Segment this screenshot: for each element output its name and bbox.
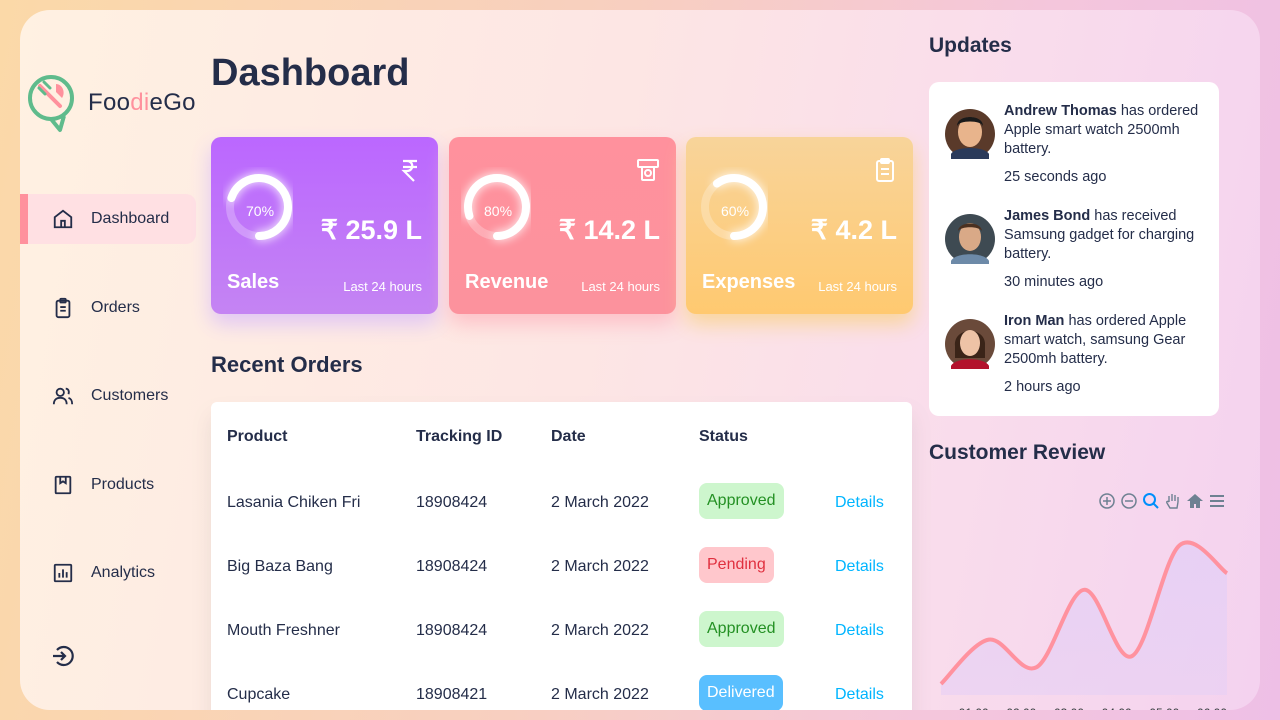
column-header: Date — [551, 428, 586, 445]
details-link[interactable]: Details — [835, 622, 884, 640]
logout-icon[interactable] — [50, 643, 76, 669]
details-link[interactable]: Details — [835, 494, 884, 512]
tracking-cell: 18908424 — [416, 558, 488, 575]
brand-logo[interactable]: FoodieGo — [26, 72, 196, 134]
money-icon — [637, 159, 659, 181]
details-link[interactable]: Details — [835, 558, 884, 576]
sidebar-item-label: Products — [91, 475, 155, 493]
date-cell: 2 March 2022 — [551, 686, 649, 703]
date-cell: 2 March 2022 — [551, 622, 649, 639]
progress-percent: 80% — [484, 203, 513, 219]
card-title: Revenue — [465, 271, 549, 293]
column-header: Product — [227, 428, 288, 445]
card-period: Last 24 hours — [343, 279, 422, 294]
orders-table: Product Tracking ID Date Status Lasania … — [211, 402, 912, 710]
rupee-icon — [401, 159, 417, 182]
sidebar-item-analytics[interactable]: Analytics — [20, 548, 196, 598]
zoom-in-icon[interactable] — [1098, 492, 1116, 510]
tracking-cell: 18908424 — [416, 622, 488, 639]
package-icon — [54, 475, 72, 494]
page-title: Dashboard — [211, 52, 410, 94]
date-cell: 2 March 2022 — [551, 494, 649, 511]
clipboard-icon — [55, 297, 71, 318]
home-icon[interactable] — [1186, 492, 1204, 510]
card-title: Expenses — [702, 271, 796, 293]
card-period: Last 24 hours — [818, 279, 897, 294]
fork-knife-logo-icon — [28, 75, 74, 132]
menu-icon[interactable] — [1208, 492, 1226, 510]
x-tick-label: 04:00 — [1102, 706, 1132, 710]
zoom-select-icon[interactable] — [1142, 492, 1160, 510]
column-header: Status — [699, 428, 748, 445]
x-tick-label: 03:00 — [1054, 706, 1084, 710]
sidebar-menu: Dashboard Orders Customers Products Anal… — [20, 194, 196, 637]
app-window: FoodieGo Dashboard Orders Customers Prod… — [20, 10, 1260, 710]
status-badge: Approved — [699, 611, 784, 647]
status-badge: Delivered — [699, 675, 783, 710]
product-cell: Cupcake — [227, 686, 291, 703]
sidebar-item-customers[interactable]: Customers — [20, 371, 196, 421]
update-text: Andrew Thomas has ordered Apple smart wa… — [1004, 103, 1199, 157]
customer-review-chart[interactable]: 01:00 02:00 03:00 04:00 05:00 06:00 — [929, 520, 1229, 710]
updates-title: Updates — [929, 34, 1012, 57]
recent-orders-title: Recent Orders — [211, 352, 363, 377]
x-tick-label: 01:00 — [959, 706, 989, 710]
progress-percent: 60% — [721, 203, 750, 219]
card-amount: ₹ 4.2 L — [810, 215, 897, 245]
updates-panel: Andrew Thomas has ordered Apple smart wa… — [929, 82, 1219, 416]
x-tick-label: 02:00 — [1006, 706, 1036, 710]
users-icon — [52, 387, 74, 405]
chart-area-fill — [941, 542, 1227, 695]
chart-toolbar — [1098, 492, 1226, 510]
card-amount: ₹ 14.2 L — [558, 215, 660, 245]
card-amount: ₹ 25.9 L — [320, 215, 422, 245]
avatar[interactable] — [945, 207, 995, 271]
avatar[interactable] — [945, 312, 995, 376]
product-cell: Lasania Chiken Fri — [227, 494, 361, 511]
revenue-card[interactable]: 80% ₹ 14.2 L Revenue Last 24 hours — [449, 137, 676, 314]
product-cell: Big Baza Bang — [227, 558, 333, 575]
expenses-card[interactable]: 60% ₹ 4.2 L Expenses Last 24 hours — [686, 137, 913, 314]
sidebar-item-products[interactable]: Products — [20, 460, 196, 510]
product-cell: Mouth Freshner — [227, 622, 340, 639]
card-title: Sales — [227, 271, 280, 293]
tracking-cell: 18908424 — [416, 494, 488, 511]
update-time: 2 hours ago — [1004, 379, 1081, 395]
brand-name: FoodieGo — [88, 89, 196, 116]
update-text: Iron Man has ordered Apple smart watch, … — [1004, 313, 1187, 367]
customer-review-title: Customer Review — [929, 441, 1106, 464]
tracking-cell: 18908421 — [416, 686, 488, 703]
date-cell: 2 March 2022 — [551, 558, 649, 575]
avatar[interactable] — [945, 102, 995, 166]
x-tick-label: 05:00 — [1149, 706, 1179, 710]
sidebar-item-orders[interactable]: Orders — [20, 283, 196, 333]
chart-icon — [53, 564, 73, 583]
update-time: 25 seconds ago — [1004, 169, 1107, 185]
status-badge: Approved — [699, 483, 784, 519]
sales-card[interactable]: 70% ₹ 25.9 L Sales Last 24 hours — [211, 137, 438, 314]
update-time: 30 minutes ago — [1004, 274, 1104, 290]
column-header: Tracking ID — [416, 428, 503, 445]
details-link[interactable]: Details — [835, 686, 884, 704]
clipboard-icon — [876, 158, 894, 182]
sidebar-item-label: Orders — [91, 298, 140, 316]
sidebar-item-label: Customers — [91, 387, 169, 405]
sidebar-item-dashboard[interactable]: Dashboard — [20, 194, 196, 244]
update-text: James Bond has received Samsung gadget f… — [1004, 208, 1195, 262]
home-icon — [53, 209, 73, 229]
card-period: Last 24 hours — [581, 279, 660, 294]
progress-percent: 70% — [246, 203, 275, 219]
x-tick-label: 06:00 — [1197, 706, 1227, 710]
sidebar-item-label: Analytics — [91, 564, 156, 582]
pan-hand-icon[interactable] — [1164, 492, 1182, 510]
sidebar-item-label: Dashboard — [91, 210, 170, 227]
status-badge: Pending — [699, 547, 774, 583]
zoom-out-icon[interactable] — [1120, 492, 1138, 510]
